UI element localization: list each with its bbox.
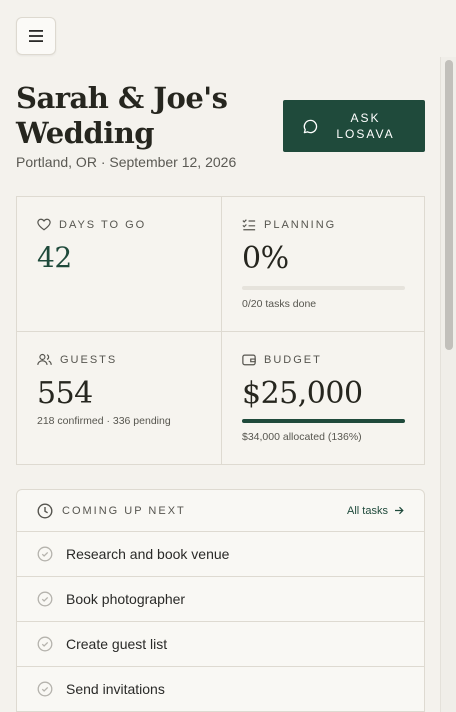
menu-button[interactable] — [16, 17, 56, 55]
check-circle-icon[interactable] — [37, 546, 53, 562]
checklist-icon — [242, 219, 256, 231]
task-list: Research and book venue Book photographer… — [17, 532, 424, 712]
arrow-right-icon — [395, 506, 404, 515]
planning-value: 0% — [242, 241, 289, 276]
planning-progress-bar — [242, 286, 405, 290]
budget-value: $25,000 — [242, 376, 363, 411]
ask-losava-button[interactable]: ASK LOSAVA — [283, 100, 425, 152]
task-item[interactable]: Create guest list — [17, 622, 424, 667]
budget-label: BUDGET — [264, 353, 322, 366]
planning-label: PLANNING — [264, 218, 337, 231]
task-item[interactable]: Book photographer — [17, 577, 424, 622]
days-to-go-card: DAYS TO GO 42 — [17, 197, 221, 331]
guests-card: GUESTS 554 218 confirmed · 336 pending — [17, 331, 221, 464]
wallet-icon — [242, 354, 256, 366]
all-tasks-label: All tasks — [347, 504, 388, 517]
all-tasks-link[interactable]: All tasks — [347, 505, 404, 517]
wedding-subtitle: Portland, OR · September 12, 2026 — [16, 154, 237, 170]
clock-icon — [37, 502, 53, 519]
check-circle-icon[interactable] — [37, 636, 53, 652]
coming-up-panel: COMING UP NEXT All tasks Research and bo… — [16, 489, 425, 712]
users-icon — [37, 353, 52, 365]
hamburger-icon — [29, 30, 43, 42]
budget-card: BUDGET $25,000 $34,000 allocated (136%) — [221, 331, 425, 464]
task-label: Book photographer — [66, 591, 186, 607]
stats-grid: DAYS TO GO 42 PLANNING 0% 0/20 tasks don… — [16, 196, 425, 465]
guests-value: 554 — [37, 376, 93, 411]
page-title: Sarah & Joe's Wedding — [16, 81, 228, 150]
scrollbar-thumb[interactable] — [445, 60, 453, 350]
heart-icon — [37, 218, 51, 231]
budget-note: $34,000 allocated (136%) — [242, 431, 362, 443]
budget-progress-fill — [242, 419, 405, 423]
ask-losava-label: ASK LOSAVA — [336, 111, 395, 141]
scrollbar[interactable] — [440, 57, 456, 712]
task-label: Send invitations — [66, 681, 165, 697]
task-item[interactable]: Research and book venue — [17, 532, 424, 577]
task-label: Research and book venue — [66, 546, 230, 562]
days-label: DAYS TO GO — [59, 218, 147, 231]
coming-up-title: COMING UP NEXT — [62, 504, 186, 517]
guests-label: GUESTS — [60, 353, 118, 366]
budget-progress-bar — [242, 419, 405, 423]
chat-bubble-icon — [303, 119, 318, 133]
guests-note: 218 confirmed · 336 pending — [37, 415, 171, 427]
check-circle-icon[interactable] — [37, 591, 53, 607]
coming-up-header: COMING UP NEXT All tasks — [17, 490, 424, 532]
task-label: Create guest list — [66, 636, 168, 652]
planning-note: 0/20 tasks done — [242, 298, 317, 310]
days-value: 42 — [37, 241, 72, 274]
planning-card: PLANNING 0% 0/20 tasks done — [221, 197, 425, 331]
check-circle-icon[interactable] — [37, 681, 53, 697]
task-item[interactable]: Send invitations — [17, 667, 424, 712]
